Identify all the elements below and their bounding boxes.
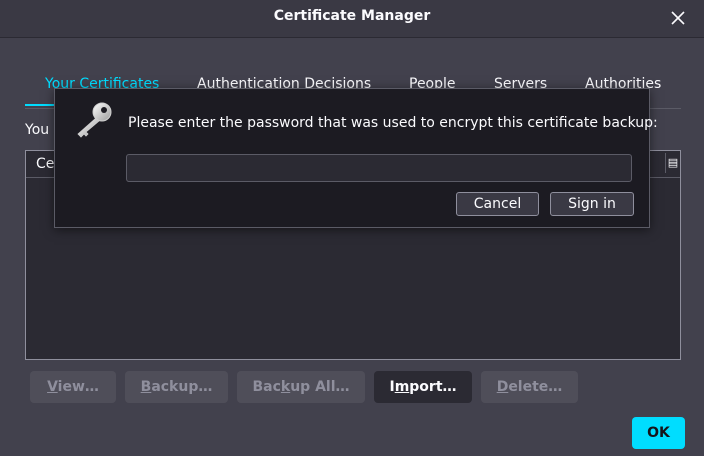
view-button[interactable]: View… bbox=[30, 371, 116, 403]
password-dialog: Please enter the password that was used … bbox=[54, 88, 658, 228]
import-button[interactable]: Import… bbox=[374, 371, 472, 403]
backup-all-button[interactable]: Backup All… bbox=[237, 371, 365, 403]
delete-button[interactable]: Delete… bbox=[481, 371, 578, 403]
close-button[interactable] bbox=[666, 6, 690, 30]
column-header-certificate-name[interactable]: Ce bbox=[36, 156, 54, 172]
backup-button[interactable]: Backup… bbox=[125, 371, 228, 403]
cancel-button[interactable]: Cancel bbox=[456, 192, 539, 216]
password-prompt: Please enter the password that was used … bbox=[128, 115, 658, 131]
certificate-manager-window: Certificate Manager Your Certificates Au… bbox=[0, 0, 704, 456]
window-title: Certificate Manager bbox=[273, 8, 431, 24]
ok-button[interactable]: OK bbox=[632, 417, 685, 449]
close-icon bbox=[671, 11, 685, 25]
column-picker-icon[interactable]: ▤ bbox=[665, 153, 680, 173]
password-input[interactable] bbox=[126, 154, 632, 182]
title-bar: Certificate Manager bbox=[0, 0, 704, 38]
tab-description: You bbox=[25, 122, 50, 138]
sign-in-button[interactable]: Sign in bbox=[550, 192, 634, 216]
key-icon bbox=[77, 102, 112, 138]
